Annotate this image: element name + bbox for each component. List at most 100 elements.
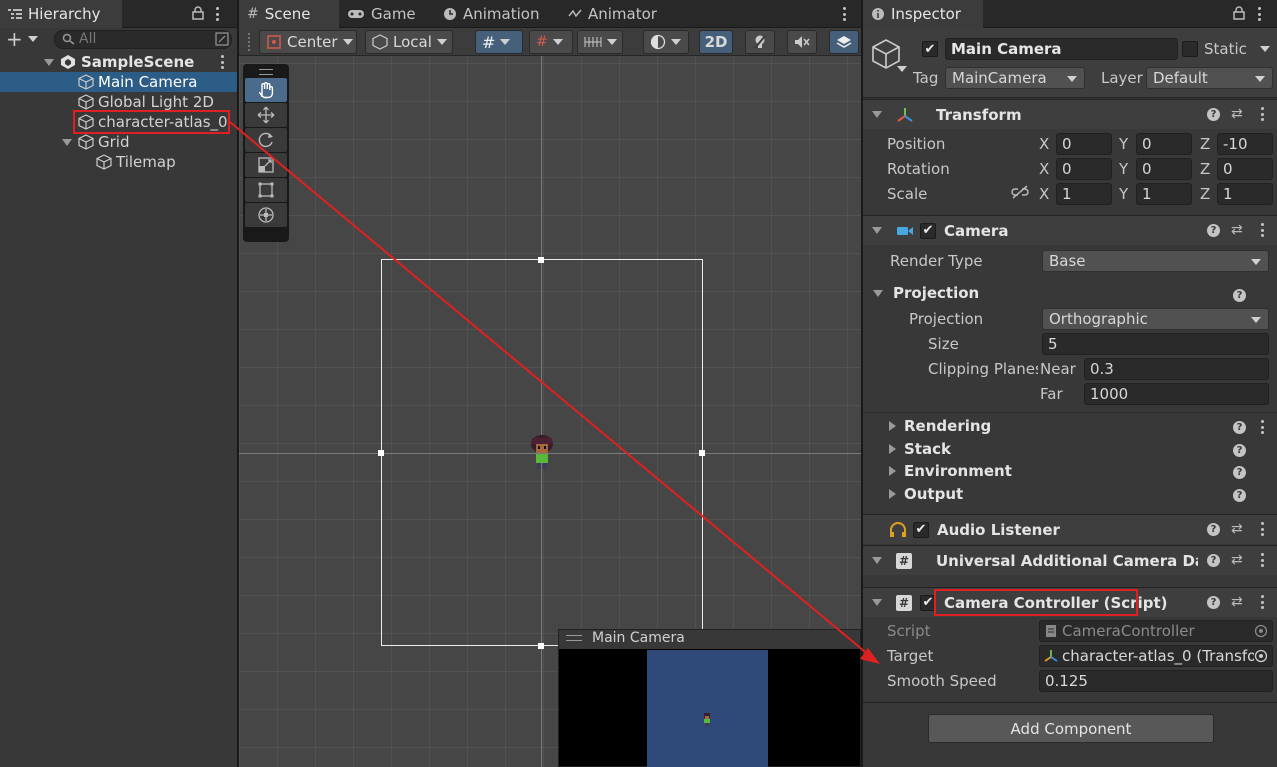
- component-menu-icon[interactable]: [1259, 553, 1265, 567]
- near-field[interactable]: 0.3: [1084, 358, 1269, 380]
- tab-animation[interactable]: Animation: [435, 0, 547, 28]
- position-y-field[interactable]: 0: [1136, 133, 1192, 155]
- help-icon[interactable]: ?: [1233, 444, 1246, 457]
- inspector-menu-icon[interactable]: [1256, 7, 1262, 21]
- foldout-arrow-icon[interactable]: [889, 421, 896, 431]
- active-checkbox[interactable]: ✔: [922, 41, 938, 57]
- environment-foldout[interactable]: Environment: [889, 462, 1012, 480]
- draw-mode-button[interactable]: [643, 30, 689, 54]
- component-menu-icon[interactable]: [1259, 107, 1265, 121]
- render-type-dropdown[interactable]: Base: [1042, 250, 1269, 272]
- lock-icon[interactable]: [1233, 6, 1245, 20]
- projection-foldout[interactable]: Projection: [873, 284, 979, 302]
- camera-gizmo-handle[interactable]: [538, 257, 544, 263]
- add-component-button[interactable]: Add Component: [928, 714, 1214, 743]
- help-icon[interactable]: ?: [1207, 554, 1220, 567]
- hierarchy-menu-icon[interactable]: [214, 7, 220, 21]
- space-dropdown[interactable]: Local: [365, 30, 453, 54]
- rect-tool-button[interactable]: [245, 178, 287, 202]
- foldout-arrow-icon[interactable]: [872, 599, 882, 606]
- foldout-arrow-icon[interactable]: [872, 111, 882, 118]
- hierarchy-item-samplescene[interactable]: SampleScene: [0, 52, 237, 72]
- constrain-proportions-icon[interactable]: [1011, 185, 1029, 203]
- hierarchy-item-global-light[interactable]: Global Light 2D: [0, 92, 237, 112]
- hand-tool-button[interactable]: [245, 78, 287, 102]
- component-menu-icon[interactable]: [1259, 595, 1265, 609]
- rotation-x-field[interactable]: 0: [1056, 158, 1112, 180]
- scale-tool-button[interactable]: [245, 153, 287, 177]
- position-x-field[interactable]: 0: [1056, 133, 1112, 155]
- effects-toggle[interactable]: [829, 30, 859, 54]
- preset-icon[interactable]: ⇄: [1231, 594, 1243, 610]
- far-field[interactable]: 1000: [1084, 383, 1269, 405]
- help-icon[interactable]: ?: [1233, 489, 1246, 502]
- preset-icon[interactable]: ⇄: [1231, 106, 1243, 122]
- camera-gizmo-handle[interactable]: [699, 450, 705, 456]
- help-icon[interactable]: ?: [1233, 421, 1246, 434]
- hierarchy-item-main-camera[interactable]: Main Camera: [0, 72, 237, 92]
- audio-toggle[interactable]: [787, 30, 817, 54]
- tab-inspector[interactable]: Inspector: [863, 0, 983, 28]
- camera-enabled-checkbox[interactable]: ✔: [920, 222, 936, 239]
- foldout-arrow-icon[interactable]: [872, 557, 882, 564]
- help-icon[interactable]: ?: [1207, 108, 1220, 121]
- static-checkbox[interactable]: [1182, 41, 1198, 57]
- component-menu-icon[interactable]: [1259, 223, 1265, 237]
- search-options-icon[interactable]: [215, 32, 229, 50]
- lock-icon[interactable]: [192, 6, 204, 20]
- audio-listener-enabled-checkbox[interactable]: ✔: [913, 521, 929, 538]
- hierarchy-search-box[interactable]: All: [54, 30, 232, 49]
- chevron-down-icon[interactable]: [1260, 46, 1270, 52]
- projection-dropdown[interactable]: Orthographic: [1042, 308, 1269, 330]
- scene-menu-icon[interactable]: [219, 55, 225, 69]
- camera-preview-window[interactable]: Main Camera: [558, 629, 861, 767]
- grid-snap-button[interactable]: #: [475, 30, 523, 54]
- size-field[interactable]: 5: [1042, 333, 1269, 355]
- rotation-y-field[interactable]: 0: [1136, 158, 1192, 180]
- ruler-button[interactable]: [577, 30, 623, 54]
- expand-arrow-icon[interactable]: [62, 138, 72, 146]
- position-z-field[interactable]: -10: [1217, 133, 1273, 155]
- tab-scene[interactable]: # Scene: [239, 0, 339, 28]
- preset-icon[interactable]: ⇄: [1231, 521, 1243, 537]
- layer-dropdown[interactable]: Default: [1146, 67, 1273, 89]
- pivot-dropdown[interactable]: Center: [259, 30, 357, 54]
- smooth-speed-field[interactable]: 0.125: [1039, 670, 1273, 692]
- scale-y-field[interactable]: 1: [1136, 183, 1192, 205]
- increment-snap-button[interactable]: #: [529, 30, 573, 54]
- scene-menu-icon[interactable]: [841, 7, 847, 21]
- chevron-down-icon[interactable]: [897, 66, 907, 72]
- camera-preview-titlebar[interactable]: Main Camera: [559, 630, 860, 649]
- stack-foldout[interactable]: Stack: [889, 440, 951, 458]
- help-icon[interactable]: ?: [1207, 224, 1220, 237]
- foldout-arrow-icon[interactable]: [889, 466, 896, 476]
- create-button[interactable]: +: [6, 29, 42, 49]
- move-tool-button[interactable]: [245, 103, 287, 127]
- object-picker-icon[interactable]: [1254, 649, 1268, 666]
- rendering-foldout[interactable]: Rendering: [889, 417, 991, 435]
- help-icon[interactable]: ?: [1233, 466, 1246, 479]
- toolbar-grip[interactable]: [248, 33, 250, 51]
- help-icon[interactable]: ?: [1233, 289, 1246, 302]
- tag-dropdown[interactable]: MainCamera: [945, 67, 1085, 89]
- tool-palette-grip[interactable]: [259, 69, 273, 75]
- tab-game[interactable]: Game: [339, 0, 424, 28]
- scale-x-field[interactable]: 1: [1056, 183, 1112, 205]
- lighting-toggle[interactable]: [745, 30, 775, 54]
- camera-gizmo-handle[interactable]: [378, 450, 384, 456]
- help-icon[interactable]: ?: [1207, 596, 1220, 609]
- mode-2d-toggle[interactable]: 2D: [699, 30, 733, 54]
- foldout-arrow-icon[interactable]: [889, 444, 896, 454]
- rotation-z-field[interactable]: 0: [1217, 158, 1273, 180]
- scale-z-field[interactable]: 1: [1217, 183, 1273, 205]
- preset-icon[interactable]: ⇄: [1231, 222, 1243, 238]
- search-input[interactable]: All: [79, 31, 96, 47]
- section-menu-icon[interactable]: [1259, 420, 1265, 434]
- component-menu-icon[interactable]: [1259, 522, 1265, 536]
- output-foldout[interactable]: Output: [889, 485, 963, 503]
- hierarchy-item-grid[interactable]: Grid: [0, 132, 237, 152]
- hierarchy-item-tilemap[interactable]: Tilemap: [0, 152, 237, 172]
- target-field[interactable]: character-atlas_0 (Transfo: [1039, 645, 1273, 667]
- camera-gizmo-handle[interactable]: [538, 643, 544, 649]
- foldout-arrow-icon[interactable]: [889, 489, 896, 499]
